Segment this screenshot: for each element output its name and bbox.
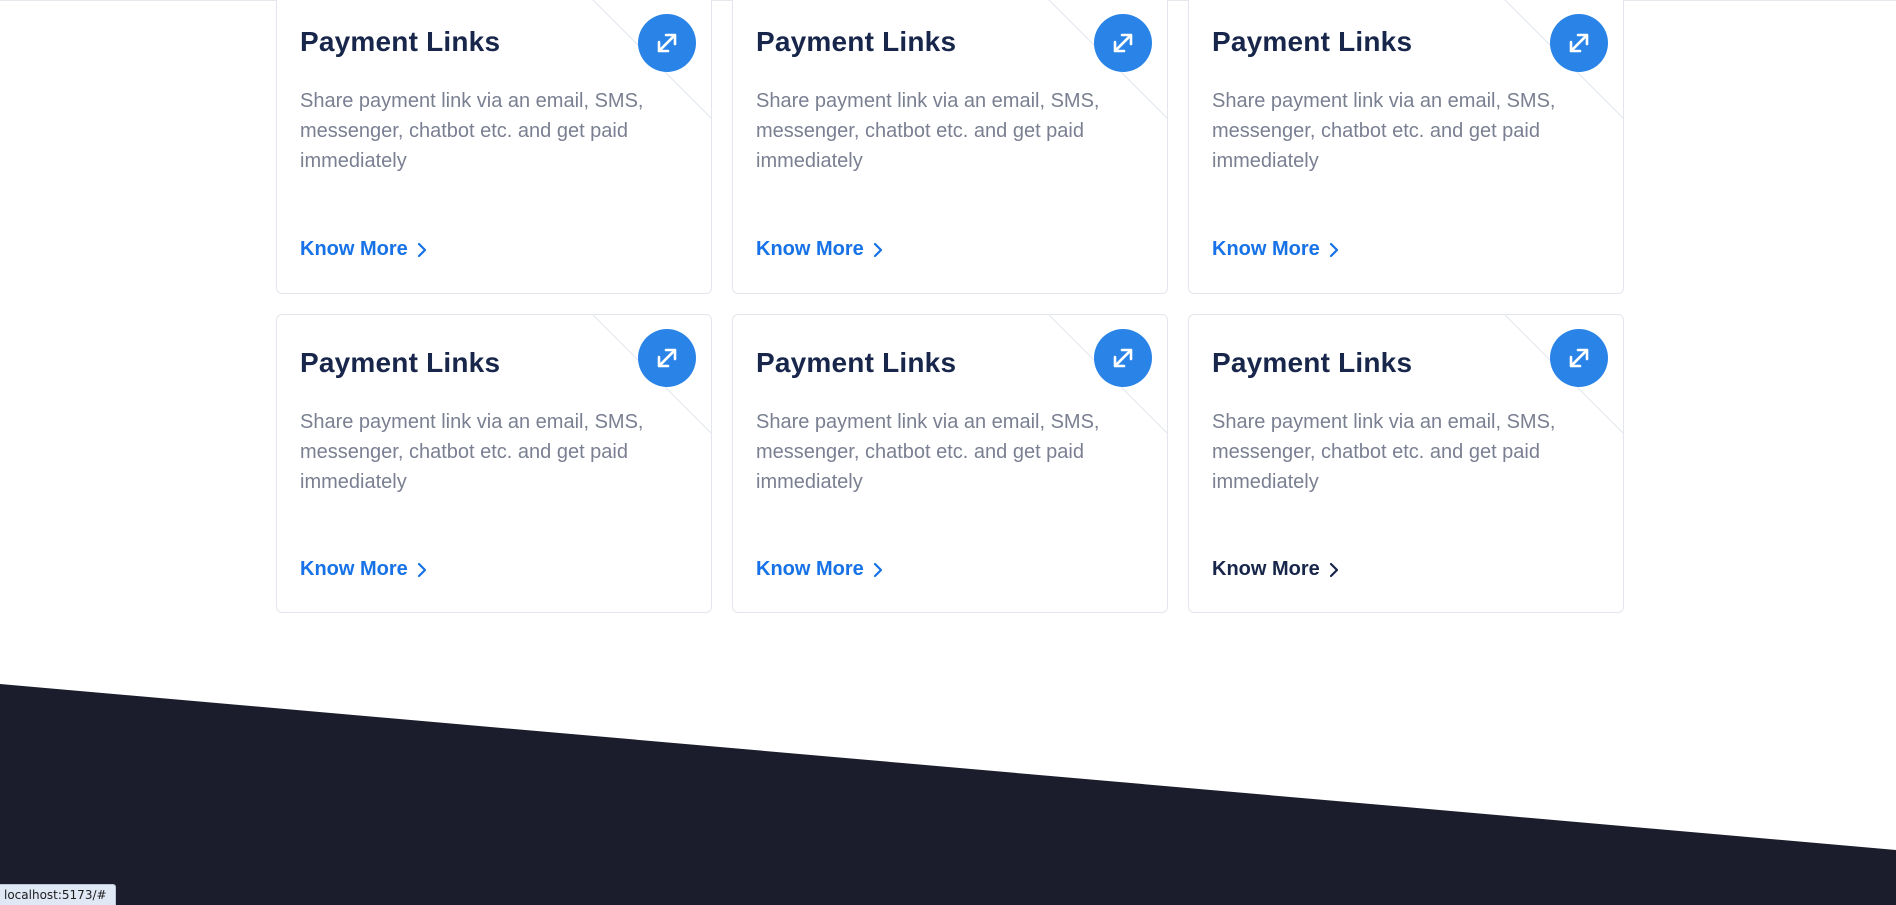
chevron-right-icon [1329, 242, 1338, 257]
exchange-arrows-icon [1550, 14, 1608, 72]
know-more-link[interactable]: Know More [756, 558, 884, 581]
card-description: Share payment link via an email, SMS, me… [300, 411, 644, 493]
feature-card-grid: Payment Links Share payment link via an … [276, 0, 1624, 613]
card-title: Payment Links [756, 26, 957, 57]
feature-card: Payment Links Share payment link via an … [732, 0, 1168, 294]
know-more-label: Know More [1212, 558, 1320, 580]
card-title: Payment Links [1212, 26, 1413, 57]
card-title: Payment Links [300, 26, 501, 57]
card-description: Share payment link via an email, SMS, me… [1212, 411, 1556, 493]
card-title: Payment Links [1212, 347, 1413, 378]
chevron-right-icon [1329, 562, 1338, 577]
exchange-arrows-icon [1550, 329, 1608, 387]
feature-card: Payment Links Share payment link via an … [1188, 314, 1624, 613]
know-more-link[interactable]: Know More [756, 238, 884, 261]
exchange-arrows-icon [638, 14, 696, 72]
chevron-right-icon [873, 242, 882, 257]
page: Payment Links Share payment link via an … [0, 0, 1896, 905]
card-title: Payment Links [756, 347, 957, 378]
exchange-arrows-icon [1094, 14, 1152, 72]
card-description: Share payment link via an email, SMS, me… [300, 90, 644, 172]
exchange-arrows-icon [638, 329, 696, 387]
chevron-right-icon [417, 562, 426, 577]
know-more-link[interactable]: Know More [300, 558, 428, 581]
know-more-link[interactable]: Know More [300, 238, 428, 261]
know-more-label: Know More [1212, 238, 1320, 260]
know-more-label: Know More [300, 558, 408, 580]
card-title: Payment Links [300, 347, 501, 378]
card-description: Share payment link via an email, SMS, me… [756, 411, 1100, 493]
chevron-right-icon [873, 562, 882, 577]
know-more-link[interactable]: Know More [1212, 238, 1340, 261]
know-more-link[interactable]: Know More [1212, 558, 1340, 581]
card-description: Share payment link via an email, SMS, me… [756, 90, 1100, 172]
chevron-right-icon [417, 242, 426, 257]
feature-card: Payment Links Share payment link via an … [276, 0, 712, 294]
browser-status-url: localhost:5173/# [0, 884, 116, 905]
feature-card: Payment Links Share payment link via an … [1188, 0, 1624, 294]
exchange-arrows-icon [1094, 329, 1152, 387]
feature-card: Payment Links Share payment link via an … [276, 314, 712, 613]
know-more-label: Know More [300, 238, 408, 260]
know-more-label: Know More [756, 238, 864, 260]
know-more-label: Know More [756, 558, 864, 580]
feature-card: Payment Links Share payment link via an … [732, 314, 1168, 613]
card-description: Share payment link via an email, SMS, me… [1212, 90, 1556, 172]
